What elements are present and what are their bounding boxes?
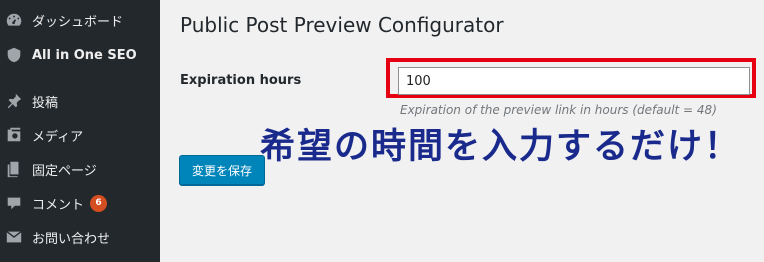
save-changes-button[interactable]: 変更を保存 (179, 155, 265, 185)
sidebar-item-label: 投稿 (32, 95, 59, 111)
comment-count-badge: 6 (90, 194, 108, 212)
dashboard-icon (5, 11, 23, 29)
mail-icon (5, 228, 23, 246)
annotation-overlay-text: 希望の時間を入力するだけ！ (260, 127, 742, 167)
sidebar-item-pages[interactable]: 固定ページ (0, 152, 160, 186)
sidebar-item-label: 固定ページ (32, 163, 97, 179)
page-icon (5, 160, 23, 178)
sidebar-item-dashboard[interactable]: ダッシュボード (0, 3, 160, 37)
comment-icon (5, 194, 23, 212)
expiration-hours-input[interactable] (398, 67, 750, 95)
sidebar-item-label: コメント (32, 197, 85, 213)
sidebar-item-label: All in One SEO (32, 47, 137, 63)
sidebar-item-all-in-one-seo[interactable]: All in One SEO (0, 38, 160, 72)
sidebar-item-label: お問い合わせ (32, 231, 111, 247)
page-title: Public Post Preview Configurator (180, 13, 504, 37)
sidebar-item-comments[interactable]: コメント 6 (0, 186, 160, 220)
sidebar-item-posts[interactable]: 投稿 (0, 84, 160, 118)
sidebar-item-media[interactable]: メディア (0, 118, 160, 152)
admin-sidebar: ダッシュボード All in One SEO 投稿 メディア 固定ページ コメン… (0, 0, 160, 262)
sidebar-item-contact[interactable]: お問い合わせ (0, 220, 160, 254)
sidebar-item-label: メディア (32, 129, 84, 145)
shield-icon (5, 46, 23, 64)
media-icon (5, 126, 23, 144)
pushpin-icon (5, 92, 23, 110)
sidebar-item-label: ダッシュボード (32, 14, 124, 30)
settings-panel: Public Post Preview Configurator Expirat… (160, 0, 764, 262)
expiration-hint: Expiration of the preview link in hours … (400, 103, 717, 117)
expiration-hours-label: Expiration hours (180, 73, 302, 88)
